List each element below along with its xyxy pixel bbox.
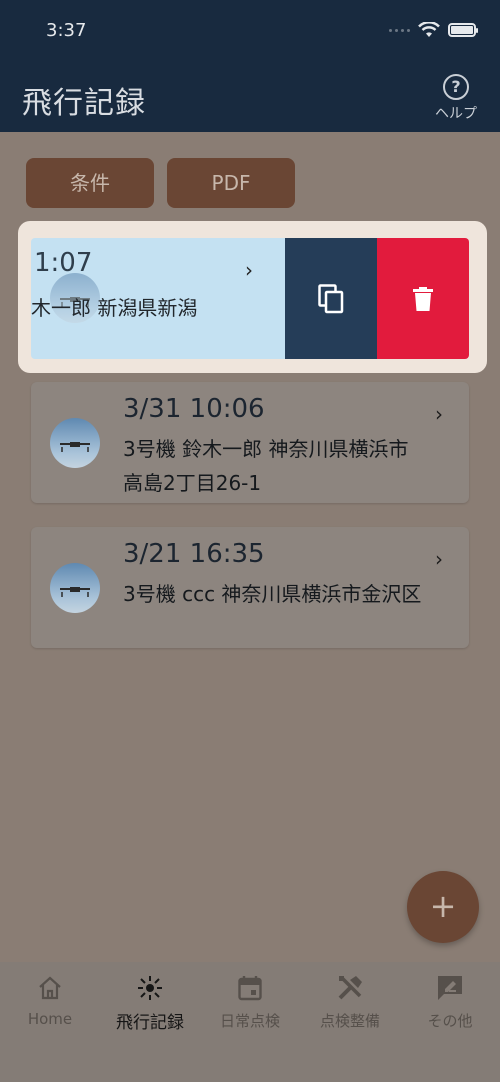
page-title: 飛行記録	[22, 86, 146, 121]
delete-button[interactable]	[377, 238, 469, 359]
swiped-record[interactable]: 1:07 木一郎 新潟県新潟 ›	[31, 238, 469, 359]
chevron-right-icon: ›	[245, 258, 253, 282]
tools-icon	[338, 976, 362, 1000]
nav-other-label: その他	[427, 1012, 473, 1030]
nav-other[interactable]: その他	[400, 962, 500, 1082]
record-card[interactable]: 3/21 16:35 3号機 ccc 神奈川県横浜市金沢区 ›	[31, 527, 469, 648]
nav-daily-inspection-label: 日常点検	[219, 1012, 280, 1030]
record-time: 3/21 16:35	[123, 539, 265, 569]
swiped-record-content[interactable]: 1:07 木一郎 新潟県新潟 ›	[31, 238, 285, 359]
help-label: ヘルプ	[435, 106, 477, 122]
record-time: 3/31 10:06	[123, 394, 265, 424]
drone-avatar	[50, 418, 100, 468]
chevron-right-icon: ›	[435, 402, 443, 426]
nav-maintenance-label: 点検整備	[319, 1012, 380, 1030]
nav-home-label: Home	[27, 1010, 73, 1028]
record-description: 木一郎 新潟県新潟	[31, 296, 198, 320]
chevron-right-icon: ›	[435, 547, 443, 571]
battery-icon	[448, 23, 478, 37]
app-header: 3:37 飛行記録 ? ヘルプ	[0, 0, 500, 132]
wifi-icon	[418, 22, 440, 37]
copy-button[interactable]	[285, 238, 377, 359]
copy-icon	[318, 283, 344, 313]
edit-icon	[438, 976, 462, 1000]
nav-flight-records[interactable]: 飛行記録	[100, 962, 200, 1082]
help-circle-icon: ?	[443, 74, 469, 100]
record-time: 1:07	[34, 248, 93, 278]
home-icon	[39, 976, 61, 1000]
bottom-nav: Home 飛行記録 日常点検 点検整備 その他	[0, 962, 500, 1082]
calendar-icon	[238, 976, 262, 1001]
signal-icon	[389, 28, 410, 32]
nav-flight-records-label: 飛行記録	[116, 1013, 184, 1033]
add-record-button[interactable]: +	[407, 871, 479, 943]
drone-avatar	[50, 563, 100, 613]
record-description: 3号機 鈴木一郎 神奈川県横浜市高島2丁目26-1	[123, 437, 409, 495]
nav-maintenance[interactable]: 点検整備	[300, 962, 400, 1082]
trash-icon	[413, 286, 433, 311]
drone-icon	[138, 976, 162, 1000]
help-button[interactable]: ? ヘルプ	[432, 74, 480, 123]
status-time: 3:37	[46, 20, 87, 41]
record-card[interactable]: 3/31 10:06 3号機 鈴木一郎 神奈川県横浜市高島2丁目26-1 ›	[31, 382, 469, 503]
nav-daily-inspection[interactable]: 日常点検	[200, 962, 300, 1082]
record-description: 3号機 ccc 神奈川県横浜市金沢区	[123, 582, 422, 606]
pdf-button[interactable]: PDF	[167, 158, 295, 208]
status-icons	[389, 22, 478, 38]
nav-home[interactable]: Home	[0, 962, 100, 1082]
condition-button[interactable]: 条件	[26, 158, 154, 208]
